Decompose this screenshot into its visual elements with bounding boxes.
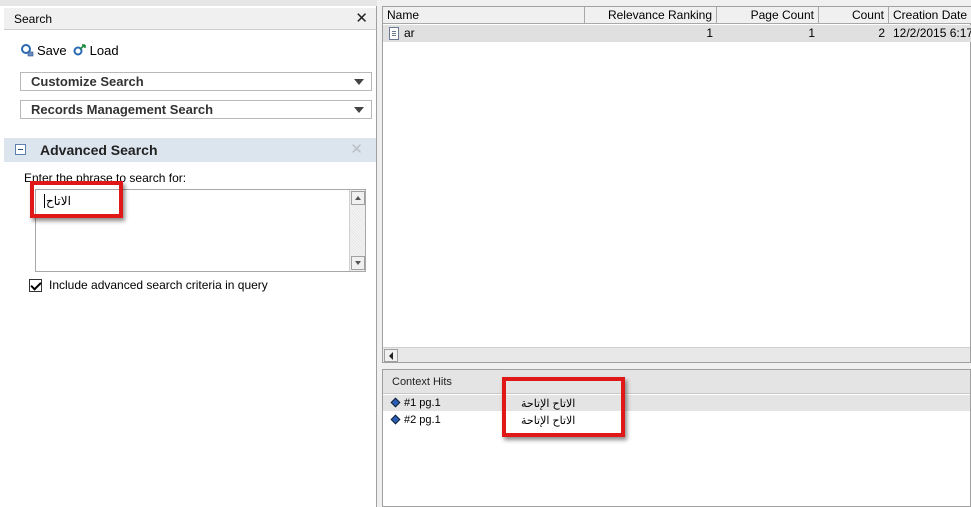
hit-label: #1 pg.1 xyxy=(404,397,441,409)
load-label: Load xyxy=(89,42,119,58)
collapse-icon[interactable] xyxy=(15,144,26,155)
column-header-creation-date[interactable]: Creation Date xyxy=(889,7,971,24)
cell-name: ar xyxy=(404,26,415,40)
save-search-icon xyxy=(21,44,34,57)
highlight-annotation-phrase xyxy=(30,181,123,218)
search-panel-title: Search xyxy=(14,12,53,26)
search-toolbar: Save Load xyxy=(20,40,119,60)
cell-relevance: 1 xyxy=(706,26,713,40)
results-grid: Name Relevance Ranking Page Count Count … xyxy=(382,6,971,363)
column-header-page-count[interactable]: Page Count xyxy=(717,7,819,24)
customize-search-dropdown[interactable]: Customize Search xyxy=(20,72,372,91)
scroll-up-icon[interactable] xyxy=(351,191,365,205)
document-icon xyxy=(389,27,399,40)
horizontal-scrollbar[interactable] xyxy=(383,347,970,362)
context-hits-title: Context Hits xyxy=(392,376,452,388)
scroll-down-icon[interactable] xyxy=(351,256,365,270)
list-item[interactable]: #2 pg.1 الاتاح الإتاحة xyxy=(383,412,970,428)
column-header-name[interactable]: Name xyxy=(383,7,585,24)
cell-page-count: 1 xyxy=(808,26,815,40)
chevron-down-icon xyxy=(354,107,364,113)
include-criteria-row: Include advanced search criteria in quer… xyxy=(29,278,268,292)
app-window: Search ✕ Save Load Customize Search Reco… xyxy=(0,0,971,507)
advanced-search-header: Advanced Search ✕ xyxy=(4,138,376,162)
column-header-relevance[interactable]: Relevance Ranking xyxy=(585,7,717,24)
scroll-left-icon[interactable] xyxy=(384,349,398,362)
save-button[interactable]: Save xyxy=(20,43,67,58)
list-item[interactable]: #1 pg.1 الاتاح الإتاحة xyxy=(383,395,970,411)
customize-search-label: Customize Search xyxy=(31,74,144,89)
include-criteria-checkbox[interactable] xyxy=(29,278,42,292)
vertical-scrollbar[interactable] xyxy=(349,190,365,271)
column-header-count[interactable]: Count xyxy=(819,7,889,24)
hit-diamond-icon[interactable] xyxy=(390,397,401,408)
save-label: Save xyxy=(37,42,67,58)
hit-diamond-icon[interactable] xyxy=(390,414,401,425)
records-management-search-dropdown[interactable]: Records Management Search xyxy=(20,100,372,119)
advanced-search-title: Advanced Search xyxy=(40,142,158,158)
cell-creation-date: 12/2/2015 6:17 xyxy=(893,26,971,40)
context-hits-header: Context Hits xyxy=(383,370,970,394)
records-management-search-label: Records Management Search xyxy=(31,102,214,117)
load-search-icon xyxy=(73,44,86,56)
close-icon[interactable]: ✕ xyxy=(350,140,363,158)
highlight-annotation-hits xyxy=(502,377,625,437)
context-hits-panel: Context Hits #1 pg.1 الاتاح الإتاحة #2 p… xyxy=(382,369,971,507)
load-button[interactable]: Load xyxy=(73,43,119,58)
results-area: Name Relevance Ranking Page Count Count … xyxy=(380,0,971,507)
cell-count: 2 xyxy=(878,26,885,40)
chevron-down-icon xyxy=(354,79,364,85)
search-panel-header: Search ✕ xyxy=(4,8,376,30)
search-panel: Search ✕ Save Load Customize Search Reco… xyxy=(0,0,377,507)
include-criteria-label: Include advanced search criteria in quer… xyxy=(49,278,268,292)
hit-label: #2 pg.1 xyxy=(404,414,441,426)
table-row[interactable]: ar 1 1 2 12/2/2015 6:17 xyxy=(383,25,971,42)
close-icon[interactable]: ✕ xyxy=(355,9,368,27)
panel-top-strip xyxy=(0,0,377,6)
